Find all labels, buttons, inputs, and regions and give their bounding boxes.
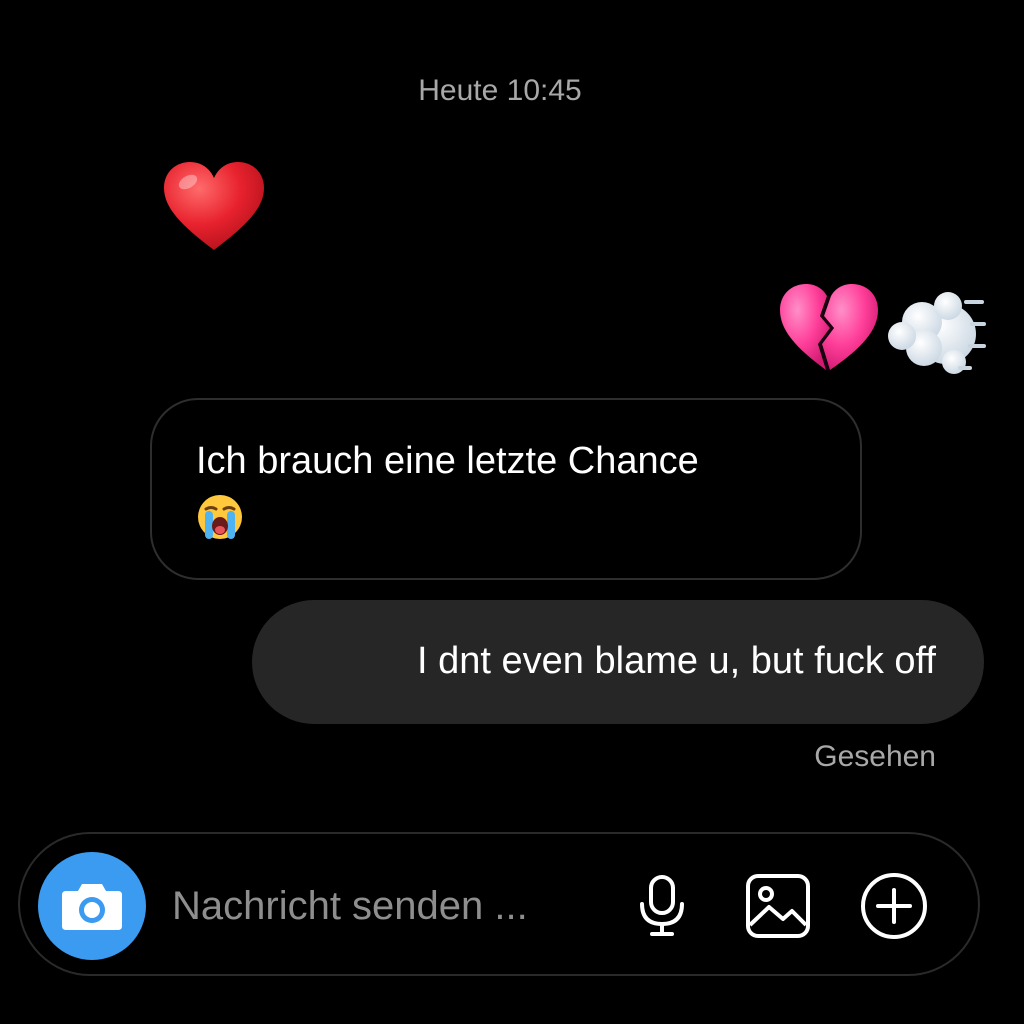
plus-icon [861,873,927,939]
seen-status: Gesehen [814,740,936,773]
more-options-button[interactable] [856,868,932,944]
timestamp: Heute 10:45 [418,74,582,107]
incoming-message-text: Ich brauch eine letzte Chance [196,440,699,482]
broken-heart-and-dash-emoji [780,284,986,374]
incoming-message-bubble[interactable]: Ich brauch eine letzte Chance [150,398,862,580]
outgoing-message-text: I dnt even blame u, but fuck off [417,640,936,682]
microphone-icon [640,875,684,936]
voice-message-button[interactable] [624,868,700,944]
message-composer [18,832,980,976]
red-heart-emoji [164,162,264,250]
camera-icon [62,884,122,930]
outgoing-broken-heart-message[interactable] [778,282,988,382]
gallery-button[interactable] [740,868,816,944]
loudly-crying-face-emoji [198,494,242,539]
message-input[interactable] [172,874,612,938]
incoming-heart-message[interactable] [162,160,266,258]
camera-button[interactable] [38,852,146,960]
outgoing-message-bubble[interactable]: I dnt even blame u, but fuck off [252,600,984,724]
gallery-icon [746,874,810,938]
